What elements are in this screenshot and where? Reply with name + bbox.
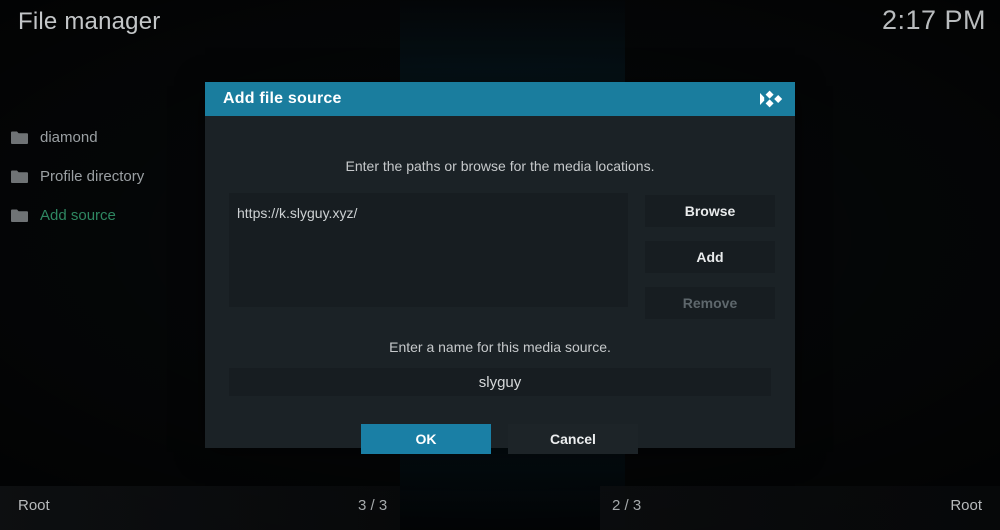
dialog-body: Enter the paths or browse for the media … bbox=[205, 116, 795, 454]
folder-icon bbox=[11, 170, 28, 183]
paths-hint-label: Enter the paths or browse for the media … bbox=[345, 158, 655, 174]
status-right-path: Root bbox=[950, 497, 982, 514]
cancel-button[interactable]: Cancel bbox=[508, 424, 638, 454]
media-source-name-input[interactable]: slyguy bbox=[229, 368, 771, 396]
add-button[interactable]: Add bbox=[645, 241, 775, 273]
sidebar-item-diamond[interactable]: diamond bbox=[0, 118, 205, 157]
sidebar-item-label: diamond bbox=[40, 129, 98, 146]
status-left-count: 3 / 3 bbox=[358, 497, 388, 514]
browse-button[interactable]: Browse bbox=[645, 195, 775, 227]
clock: 2:17 PM bbox=[881, 5, 986, 35]
dialog-header: Add file source bbox=[205, 82, 795, 116]
status-right-count: 2 / 3 bbox=[612, 497, 642, 514]
path-list[interactable]: https://k.slyguy.xyz/ bbox=[229, 193, 628, 307]
sidebar-item-label: Profile directory bbox=[40, 168, 145, 185]
remove-button: Remove bbox=[645, 287, 775, 319]
list-item[interactable]: https://k.slyguy.xyz/ bbox=[229, 193, 628, 221]
kodi-screen: File manager 2:17 PM diamond Profile dir… bbox=[0, 0, 1000, 530]
folder-icon bbox=[11, 131, 28, 144]
sidebar-item-label: Add source bbox=[40, 207, 116, 224]
sidebar-item-profile-directory[interactable]: Profile directory bbox=[0, 157, 205, 196]
status-right-panel bbox=[600, 486, 1000, 530]
dialog-title: Add file source bbox=[223, 90, 342, 107]
file-list-left-panel: diamond Profile directory Add source bbox=[0, 118, 205, 235]
folder-icon bbox=[11, 209, 28, 222]
add-file-source-dialog: Add file source Enter the paths or brows… bbox=[205, 82, 795, 454]
sidebar-item-add-source[interactable]: Add source bbox=[0, 196, 205, 235]
page-title: File manager bbox=[18, 8, 161, 35]
status-left-panel bbox=[0, 486, 400, 530]
ok-button[interactable]: OK bbox=[361, 424, 491, 454]
kodi-logo-icon bbox=[759, 88, 783, 110]
name-hint-label: Enter a name for this media source. bbox=[389, 339, 611, 355]
status-left-path: Root bbox=[18, 497, 50, 514]
status-bar: Root 3 / 3 2 / 3 Root bbox=[0, 486, 1000, 530]
top-bar: File manager 2:17 PM bbox=[0, 0, 1000, 58]
